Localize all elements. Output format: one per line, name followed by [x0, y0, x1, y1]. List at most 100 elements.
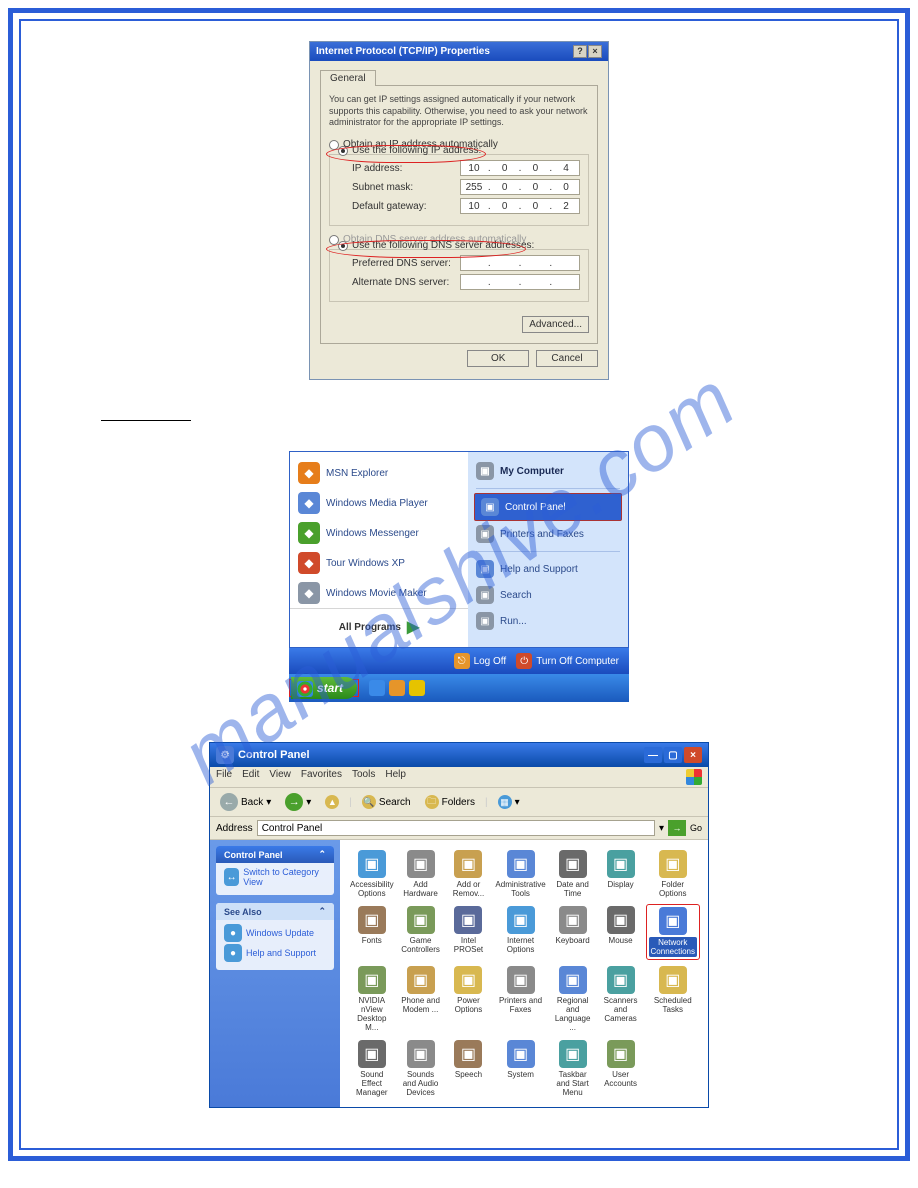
applet-icon: ▣	[454, 1040, 482, 1068]
control-panel-icon[interactable]: ▣Phone and Modem ...	[398, 964, 444, 1034]
start-menu-item[interactable]: ▣Run...	[468, 608, 628, 634]
menu-item[interactable]: Tools	[352, 769, 375, 780]
cancel-button[interactable]: Cancel	[536, 350, 598, 367]
search-icon: 🔍	[362, 795, 376, 809]
see-also-link[interactable]: ●Windows Update	[224, 924, 326, 942]
start-menu-item[interactable]: ◆Windows Messenger	[290, 518, 468, 548]
control-panel-icon[interactable]: ▣Add or Remov...	[446, 848, 492, 900]
applet-icon: ▣	[559, 1040, 587, 1068]
control-panel-icon[interactable]: ▣Scheduled Tasks	[646, 964, 700, 1034]
back-button[interactable]: ← Back ▾	[216, 791, 275, 813]
control-panel-icon[interactable]: ▣Folder Options	[646, 848, 700, 900]
folders-button[interactable]: 🗀 Folders	[421, 793, 479, 811]
input-ip-address[interactable]: 10. 0. 0. 4	[460, 160, 580, 176]
minimize-button[interactable]: —	[644, 747, 662, 763]
control-panel-icon[interactable]: ▣Administrative Tools	[493, 848, 547, 900]
views-button[interactable]: ▦ ▾	[494, 793, 524, 811]
menu-item[interactable]: Help	[385, 769, 406, 780]
close-button[interactable]: ×	[684, 747, 702, 763]
control-panel-icon[interactable]: ▣Game Controllers	[398, 904, 444, 960]
section-divider	[101, 420, 191, 421]
control-panel-icon[interactable]: ▣Display	[598, 848, 644, 900]
start-menu-item[interactable]: ▣Printers and Faxes	[468, 521, 628, 547]
collapse-icon[interactable]: ⌃	[318, 849, 326, 860]
menu-item[interactable]: Favorites	[301, 769, 342, 780]
applet-label: Keyboard	[552, 936, 594, 945]
window-title: Control Panel	[238, 749, 310, 761]
start-menu-item[interactable]: ◆ Tour Windows XP	[290, 548, 468, 578]
folder-up-icon: ▲	[325, 795, 339, 809]
start-menu-item[interactable]: ▣Help and Support	[468, 556, 628, 582]
control-panel-icon[interactable]: ▣System	[493, 1038, 547, 1099]
menu-item-label: Tour Windows XP	[326, 558, 405, 569]
control-panel-icon[interactable]: ▣Sounds and Audio Devices	[398, 1038, 444, 1099]
tab-general[interactable]: General	[320, 70, 376, 86]
go-button[interactable]: →	[668, 820, 686, 836]
control-panel-icon[interactable]: ▣NVIDIA nView Desktop M...	[348, 964, 396, 1034]
quicklaunch-media-icon[interactable]	[409, 680, 425, 696]
control-panel-icon[interactable]: ▣Add Hardware	[398, 848, 444, 900]
menu-item[interactable]: File	[216, 769, 232, 780]
input-default-gateway[interactable]: 10. 0. 0. 2	[460, 198, 580, 214]
input-subnet-mask[interactable]: 255. 0. 0. 0	[460, 179, 580, 195]
control-panel-icon[interactable]: ▣Keyboard	[550, 904, 596, 960]
dropdown-arrow-icon[interactable]: ▾	[659, 823, 664, 834]
advanced-button[interactable]: Advanced...	[522, 316, 589, 333]
input-preferred-dns[interactable]: ...	[460, 255, 580, 271]
control-panel-icon[interactable]: ▣Accessibility Options	[348, 848, 396, 900]
program-icon: ◆	[298, 552, 320, 574]
control-panel-icon[interactable]: ▣Intel PROSet	[446, 904, 492, 960]
menu-item[interactable]: Edit	[242, 769, 259, 780]
logoff-icon: ⎋	[454, 653, 470, 669]
label-preferred-dns: Preferred DNS server:	[352, 258, 451, 269]
applet-icon: ▣	[407, 906, 435, 934]
forward-button[interactable]: → ▾	[281, 791, 315, 813]
start-menu-item[interactable]: ▣Search	[468, 582, 628, 608]
control-panel-icon[interactable]: ▣Regional and Language ...	[550, 964, 596, 1034]
control-panel-icon[interactable]: ▣Speech	[446, 1038, 492, 1099]
start-menu-item-selected[interactable]: ▣Control Panel	[474, 493, 622, 521]
log-off-button[interactable]: ⎋ Log Off	[454, 653, 507, 669]
applet-label: Internet Options	[495, 936, 545, 954]
control-panel-window: ⚙ Control Panel — ▢ × FileEditViewFavori…	[209, 742, 709, 1108]
close-button[interactable]: ×	[588, 45, 602, 58]
start-menu-item[interactable]: ◆Windows Media Player	[290, 488, 468, 518]
control-panel-icon[interactable]: ▣Internet Options	[493, 904, 547, 960]
ok-button[interactable]: OK	[467, 350, 529, 367]
control-panel-icon[interactable]: ▣Sound Effect Manager	[348, 1038, 396, 1099]
control-panel-icon-selected[interactable]: ▣Network Connections	[646, 904, 700, 960]
radio-use-following-ip[interactable]: Use the following IP address:	[338, 145, 580, 156]
menu-item[interactable]: View	[269, 769, 291, 780]
input-alternate-dns[interactable]: ...	[460, 274, 580, 290]
quicklaunch-ie-icon[interactable]	[369, 680, 385, 696]
control-panel-icon[interactable]: ▣User Accounts	[598, 1038, 644, 1099]
search-button[interactable]: 🔍 Search	[358, 793, 415, 811]
help-button[interactable]: ?	[573, 45, 587, 58]
up-button[interactable]: ▲	[321, 793, 343, 811]
collapse-icon[interactable]: ⌃	[318, 906, 326, 917]
control-panel-icon[interactable]: ▣Taskbar and Start Menu	[550, 1038, 596, 1099]
control-panel-icon[interactable]: ▣Fonts	[348, 904, 396, 960]
all-programs-button[interactable]: All Programs ▶	[290, 608, 468, 641]
control-panel-icon[interactable]: ▣Mouse	[598, 904, 644, 960]
address-input[interactable]	[257, 820, 655, 836]
applet-label: NVIDIA nView Desktop M...	[350, 996, 394, 1032]
quicklaunch-outlook-icon[interactable]	[389, 680, 405, 696]
control-panel-icon[interactable]: ▣Printers and Faxes	[493, 964, 547, 1034]
applet-icon: ▣	[559, 966, 587, 994]
start-menu-item[interactable]: ◆MSN Explorer	[290, 458, 468, 488]
switch-category-view-link[interactable]: ↔ Switch to Category View	[224, 867, 326, 887]
start-button[interactable]: start	[291, 677, 357, 699]
system-icon: ▣	[481, 498, 499, 516]
maximize-button[interactable]: ▢	[664, 747, 682, 763]
applet-label: Scheduled Tasks	[648, 996, 698, 1014]
control-panel-icon[interactable]: ▣Power Options	[446, 964, 492, 1034]
control-panel-icon[interactable]: ▣Scanners and Cameras	[598, 964, 644, 1034]
start-menu-item[interactable]: ◆Windows Movie Maker	[290, 578, 468, 608]
control-panel-icon[interactable]: ▣Date and Time	[550, 848, 596, 900]
turn-off-computer-button[interactable]: ⏻ Turn Off Computer	[516, 653, 619, 669]
start-menu-item[interactable]: ▣My Computer	[468, 458, 628, 484]
menu-item-label: Windows Movie Maker	[326, 588, 427, 599]
see-also-link[interactable]: ●Help and Support	[224, 944, 326, 962]
radio-use-following-dns[interactable]: Use the following DNS server addresses:	[338, 240, 580, 251]
